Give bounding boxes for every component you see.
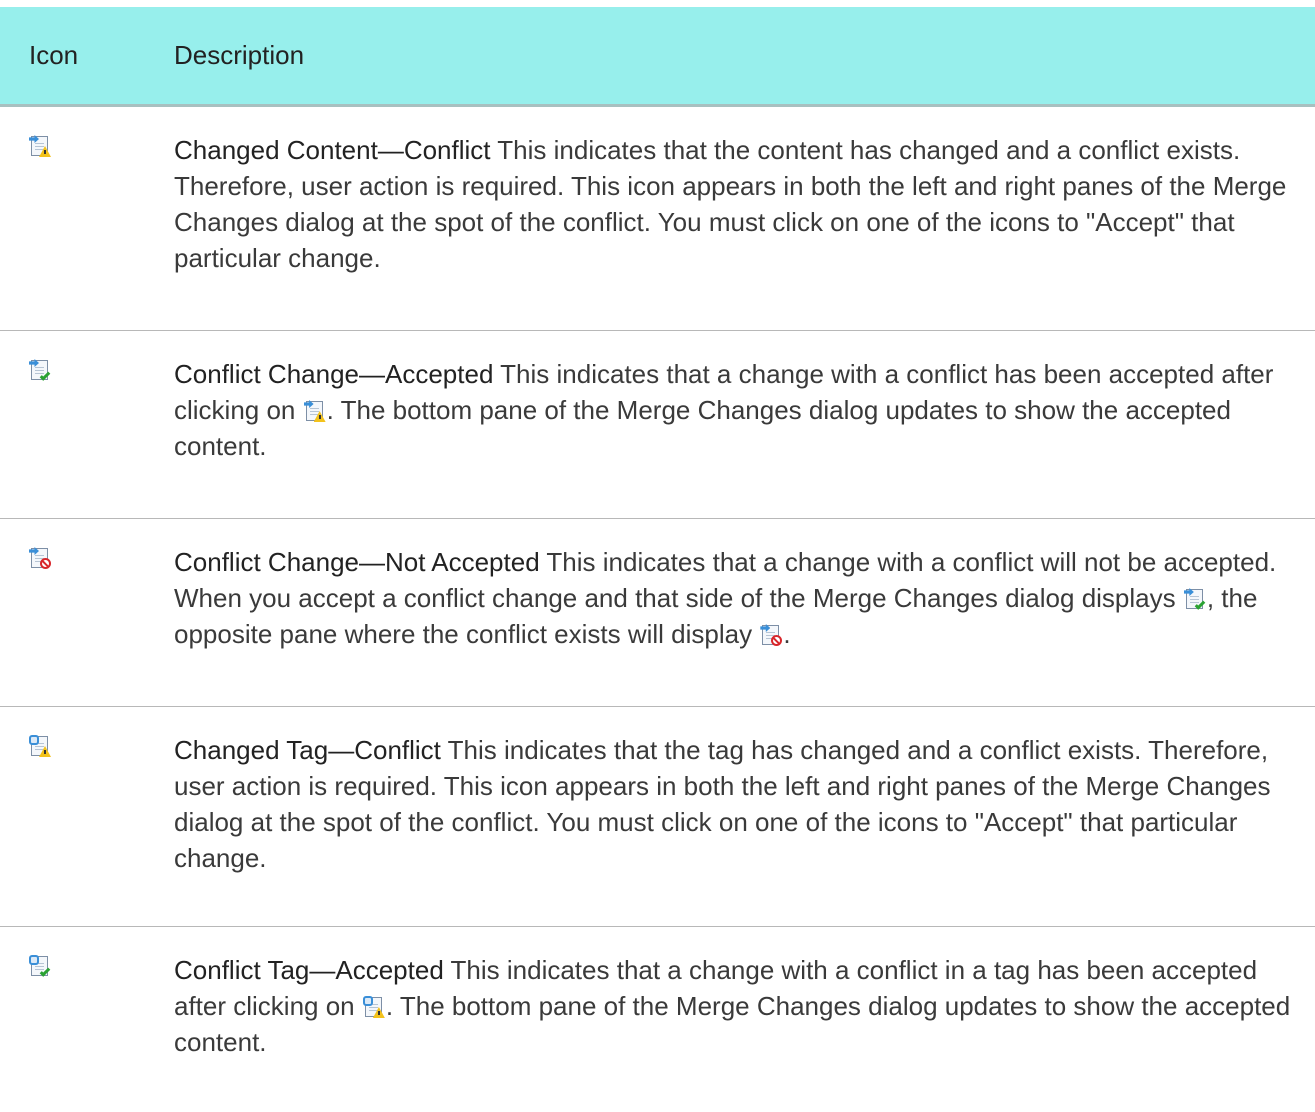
row-description: Changed Content—Conflict This indicates … — [174, 107, 1315, 330]
table-row: Conflict Change—Accepted This indicates … — [0, 331, 1315, 519]
row-description: Conflict Tag—Accepted This indicates tha… — [174, 927, 1315, 1107]
changed-content-conflict-icon — [303, 400, 326, 422]
table-row: Conflict Tag—Accepted This indicates tha… — [0, 927, 1315, 1107]
conflict-change-accepted-icon — [29, 359, 51, 381]
icon-description-table: Icon Description Changed Content—Conflic… — [0, 7, 1315, 1107]
table-row: Conflict Change—Not Accepted This indica… — [0, 519, 1315, 707]
row-icon-cell — [0, 331, 174, 518]
conflict-change-accepted-icon — [1183, 588, 1206, 610]
row-text: . — [783, 619, 791, 649]
changed-tag-conflict-icon — [29, 735, 51, 757]
row-term: Conflict Change—Accepted — [174, 359, 494, 389]
row-description: Changed Tag—Conflict This indicates that… — [174, 707, 1315, 926]
conflict-tag-accepted-icon — [29, 955, 51, 977]
row-term: Changed Content—Conflict — [174, 135, 491, 165]
row-icon-cell — [0, 519, 174, 706]
table-row: Changed Tag—Conflict This indicates that… — [0, 707, 1315, 927]
row-term: Conflict Tag—Accepted — [174, 955, 444, 985]
conflict-change-not-accepted-icon — [760, 624, 783, 646]
row-description: Conflict Change—Accepted This indicates … — [174, 331, 1315, 518]
changed-content-conflict-icon — [29, 135, 51, 157]
row-term: Changed Tag—Conflict — [174, 735, 441, 765]
row-text: . The bottom pane of the Merge Changes d… — [174, 395, 1231, 461]
row-term: Conflict Change—Not Accepted — [174, 547, 540, 577]
header-icon-column: Icon — [29, 40, 79, 70]
conflict-change-not-accepted-icon — [29, 547, 51, 569]
table-header: Icon Description — [0, 7, 1315, 107]
changed-tag-conflict-icon — [362, 996, 385, 1018]
row-icon-cell — [0, 707, 174, 926]
header-description-column: Description — [174, 40, 305, 70]
table-row: Changed Content—Conflict This indicates … — [0, 107, 1315, 331]
row-icon-cell — [0, 107, 174, 330]
row-icon-cell — [0, 927, 174, 1107]
row-description: Conflict Change—Not Accepted This indica… — [174, 519, 1315, 706]
